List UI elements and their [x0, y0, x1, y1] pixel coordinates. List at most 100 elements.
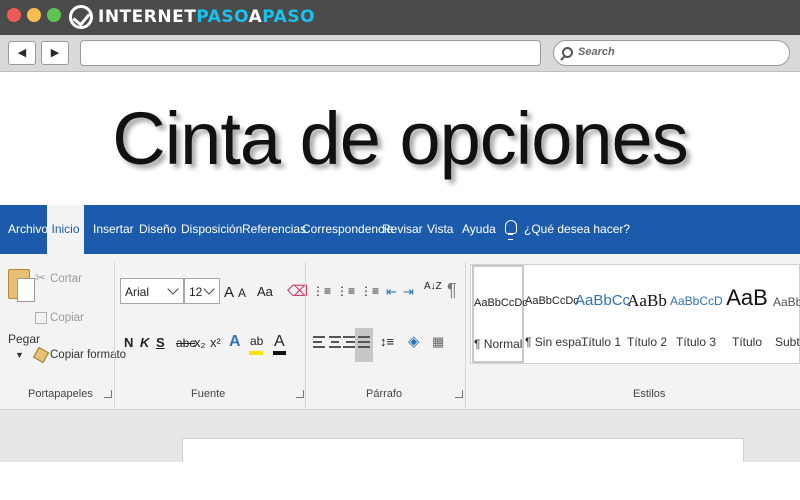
- paste-button-label[interactable]: Pegar: [8, 332, 40, 346]
- style-preview: AaBbCcD: [670, 294, 723, 308]
- shading-icon[interactable]: ◈: [408, 332, 420, 350]
- style-name: Subtítulo: [775, 335, 800, 349]
- font-launcher[interactable]: [296, 390, 304, 398]
- tab-insertar[interactable]: Insertar: [93, 222, 134, 236]
- forward-button[interactable]: ▶: [41, 41, 69, 65]
- align-line: [331, 341, 339, 343]
- chevron-down-icon: [203, 283, 215, 295]
- numbering-icon[interactable]: ⋮≡: [336, 284, 355, 298]
- style-normal[interactable]: AaBbCcDc ¶ Normal: [472, 265, 528, 363]
- font-color-button[interactable]: A: [274, 333, 285, 351]
- superscript-button[interactable]: x²: [210, 335, 221, 350]
- change-case-button[interactable]: Aa: [257, 284, 273, 299]
- ribbon-tab-bar: Archivo Inicio Insertar Diseño Disposici…: [0, 205, 800, 254]
- align-line: [358, 341, 370, 343]
- tab-revisar[interactable]: Revisar: [382, 222, 423, 236]
- style-name: Título 1: [580, 335, 622, 349]
- tab-ayuda[interactable]: Ayuda: [462, 222, 496, 236]
- font-name-value: Arial: [125, 285, 150, 299]
- style-name: ¶ Sin espa...: [525, 335, 592, 349]
- tab-referencias[interactable]: Referencias: [242, 222, 306, 236]
- tab-vista[interactable]: Vista: [427, 222, 453, 236]
- text-effects-button[interactable]: A: [229, 333, 241, 351]
- group-separator: [114, 262, 115, 408]
- align-line: [313, 341, 322, 343]
- align-line: [343, 336, 355, 338]
- style-name: ¶ Normal: [474, 337, 523, 351]
- tab-archivo[interactable]: Archivo: [8, 222, 48, 236]
- tab-inicio[interactable]: Inicio: [47, 205, 84, 254]
- align-line: [346, 341, 355, 343]
- style-titulo[interactable]: AaB Título: [721, 265, 773, 363]
- font-color-swatch: [273, 351, 286, 355]
- justify-button-selected[interactable]: [355, 328, 373, 362]
- align-line: [358, 336, 370, 338]
- multilevel-list-icon[interactable]: ⋮≡: [360, 284, 379, 298]
- lightbulb-icon: [505, 220, 517, 240]
- style-subtitulo[interactable]: AaBbCc Subtítulo: [771, 265, 800, 363]
- increase-indent-icon[interactable]: ⇥: [403, 284, 414, 300]
- ribbon-body: Pegar ▼ ✂ Cortar Copiar Copiar formato P…: [0, 254, 800, 410]
- style-preview: AaB: [726, 285, 768, 310]
- sort-icon[interactable]: A↓Z: [424, 282, 442, 292]
- site-logo: INTERNETPASOAPASO: [98, 7, 315, 27]
- tell-me-search[interactable]: ¿Qué desea hacer?: [524, 222, 630, 236]
- underline-button[interactable]: S: [156, 335, 165, 350]
- paragraph-launcher[interactable]: [455, 390, 463, 398]
- strikethrough-button[interactable]: abc: [176, 336, 195, 350]
- paste-icon[interactable]: [8, 269, 35, 302]
- highlight-button[interactable]: ab: [250, 334, 263, 348]
- browser-navbar: ◀ ▶ Search: [0, 35, 800, 72]
- style-name: Título: [731, 335, 762, 349]
- style-sin-espaciado[interactable]: AaBbCcDc ¶ Sin espa...: [525, 265, 592, 363]
- italic-button[interactable]: K: [140, 335, 149, 350]
- tab-diseno[interactable]: Diseño: [139, 222, 176, 236]
- cut-button[interactable]: Cortar: [50, 273, 82, 285]
- tab-disposicion[interactable]: Disposición: [181, 222, 242, 236]
- close-window-button[interactable]: [7, 8, 21, 22]
- search-placeholder: Search: [578, 46, 615, 58]
- back-button[interactable]: ◀: [8, 41, 36, 65]
- font-name-combo[interactable]: Arial: [120, 278, 184, 304]
- styles-group-label: Estilos: [633, 388, 666, 400]
- paragraph-group-label: Párrafo: [366, 388, 403, 400]
- style-preview: AaBbCc: [773, 295, 800, 309]
- minimize-window-button[interactable]: [27, 8, 41, 22]
- search-box[interactable]: Search: [553, 40, 790, 66]
- show-marks-button[interactable]: ¶: [447, 280, 457, 301]
- document-area: [0, 410, 800, 464]
- logo-part-paso: PASO: [196, 7, 249, 27]
- address-bar[interactable]: [80, 40, 541, 66]
- style-titulo-1[interactable]: AaBbCc Título 1: [575, 265, 630, 363]
- copy-button[interactable]: Copiar: [50, 312, 84, 324]
- style-titulo-2[interactable]: AaBb Título 2: [621, 265, 673, 363]
- font-size-combo[interactable]: 12: [184, 278, 220, 304]
- checkmark-logo-icon: [69, 5, 93, 29]
- maximize-window-button[interactable]: [47, 8, 61, 22]
- style-preview: AaBb: [627, 291, 667, 310]
- borders-icon[interactable]: ▦: [432, 334, 444, 350]
- subscript-button[interactable]: x₂: [194, 335, 206, 350]
- grow-font-button[interactable]: A: [224, 284, 234, 301]
- line-spacing-icon[interactable]: ↕≡: [380, 334, 394, 349]
- decrease-indent-icon[interactable]: ⇤: [386, 284, 397, 300]
- font-size-value: 12: [189, 285, 203, 299]
- style-name: Título 2: [626, 335, 668, 349]
- style-titulo-3[interactable]: AaBbCcD Título 3: [670, 265, 723, 363]
- bullets-icon[interactable]: ⋮≡: [312, 284, 331, 298]
- format-painter-icon: [32, 346, 50, 364]
- browser-titlebar: INTERNETPASOAPASO: [0, 0, 800, 35]
- tab-correspondencia[interactable]: Correspondencia: [302, 222, 393, 236]
- font-group-label: Fuente: [191, 388, 226, 400]
- highlight-color-swatch: [249, 351, 263, 355]
- document-page[interactable]: [182, 438, 744, 464]
- align-line: [313, 346, 325, 348]
- group-separator: [305, 262, 306, 408]
- shrink-font-button[interactable]: A: [238, 286, 246, 300]
- align-line: [313, 336, 325, 338]
- clipboard-group-label: Portapapeles: [28, 388, 93, 400]
- group-separator: [465, 262, 466, 408]
- clipboard-launcher[interactable]: [104, 390, 112, 398]
- paste-dropdown-arrow[interactable]: ▼: [15, 350, 24, 360]
- bold-button[interactable]: N: [124, 335, 133, 350]
